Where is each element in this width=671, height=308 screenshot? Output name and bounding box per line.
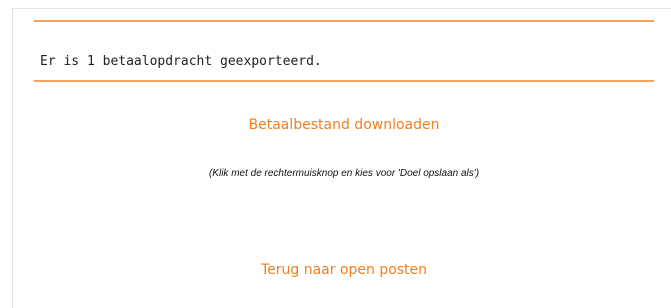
download-payment-file-link[interactable]: Betaalbestand downloaden (34, 117, 654, 133)
download-hint-text: (Klik met de rechtermuisknop en kies voo… (208, 168, 480, 179)
export-status-message: Er is 1 betaalopdracht geexporteerd. (40, 54, 322, 69)
back-to-open-items-link[interactable]: Terug naar open posten (34, 262, 654, 278)
top-divider (34, 20, 654, 22)
bottom-divider (34, 80, 654, 82)
